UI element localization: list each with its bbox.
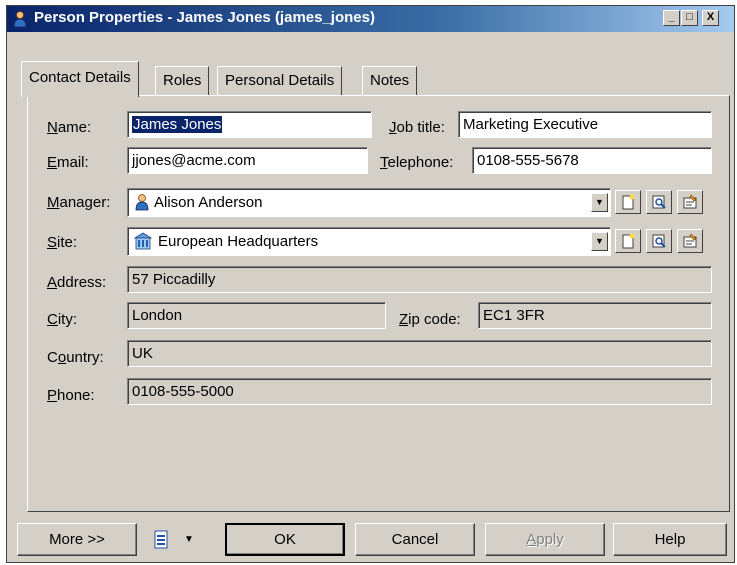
person-properties-window: Person Properties - James Jones (james_j… — [6, 5, 735, 563]
close-button[interactable]: X — [702, 10, 719, 26]
browse-icon — [652, 195, 666, 209]
email-input[interactable]: jjones@acme.com — [127, 147, 368, 174]
person-icon — [13, 11, 27, 28]
manager-new-button[interactable] — [615, 190, 641, 214]
telephone-label: Telephone: — [380, 154, 454, 171]
email-label: Email: — [47, 154, 89, 171]
print-menu-button[interactable]: ▼ — [145, 523, 205, 556]
zip-code-input[interactable]: EC1 3FR — [478, 302, 712, 329]
building-icon — [133, 232, 153, 250]
country-label: Country: — [47, 349, 104, 366]
tab-personal-details[interactable]: Personal Details — [217, 66, 343, 96]
city-input[interactable]: London — [127, 302, 386, 329]
help-button[interactable]: Help — [613, 523, 727, 556]
tab-roles[interactable]: Roles — [155, 66, 210, 96]
site-new-button[interactable] — [615, 229, 641, 253]
properties-icon — [683, 194, 697, 209]
apply-button: Apply — [485, 523, 605, 556]
zip-code-label: Zip code: — [399, 311, 461, 328]
phone-label: Phone: — [47, 387, 95, 404]
browse-icon — [652, 234, 666, 248]
cancel-button[interactable]: Cancel — [355, 523, 475, 556]
properties-icon — [683, 233, 697, 248]
tab-notes[interactable]: Notes — [362, 66, 418, 96]
tab-contact-details[interactable]: Contact Details — [21, 61, 139, 97]
manager-browse-button[interactable] — [646, 190, 672, 214]
new-document-icon — [622, 194, 635, 210]
new-document-icon — [622, 233, 635, 249]
chevron-down-icon: ▼ — [184, 534, 194, 545]
address-input[interactable]: 57 Piccadilly — [127, 266, 712, 293]
site-properties-button[interactable] — [677, 229, 703, 253]
address-label: Address: — [47, 274, 107, 291]
country-input[interactable]: UK — [127, 340, 712, 367]
phone-input[interactable]: 0108-555-5000 — [127, 378, 712, 405]
city-label: City: — [47, 311, 78, 328]
job-title-label: Job title: — [389, 119, 445, 136]
minimize-button[interactable]: _ — [663, 10, 680, 26]
more-button[interactable]: More >> — [17, 523, 137, 556]
site-label: Site: — [47, 234, 78, 251]
site-combo[interactable]: European Headquarters — [127, 227, 611, 256]
telephone-input[interactable]: 0108-555-5678 — [472, 147, 712, 174]
site-browse-button[interactable] — [646, 229, 672, 253]
manager-label: Manager: — [47, 194, 111, 211]
site-dropdown-arrow[interactable]: ▼ — [591, 232, 608, 251]
manager-combo[interactable]: Alison Anderson — [127, 188, 611, 217]
window-title: Person Properties - James Jones (james_j… — [34, 9, 375, 26]
title-bar[interactable]: Person Properties - James Jones (james_j… — [7, 6, 734, 32]
job-title-input[interactable]: Marketing Executive — [458, 111, 712, 138]
print-icon — [154, 530, 168, 549]
manager-properties-button[interactable] — [677, 190, 703, 214]
name-input[interactable]: James Jones — [127, 111, 372, 138]
maximize-button[interactable]: □ — [681, 10, 698, 26]
person-icon — [135, 194, 149, 211]
manager-dropdown-arrow[interactable]: ▼ — [591, 193, 608, 212]
name-label: Name: — [47, 119, 92, 136]
ok-button[interactable]: OK — [225, 523, 345, 556]
